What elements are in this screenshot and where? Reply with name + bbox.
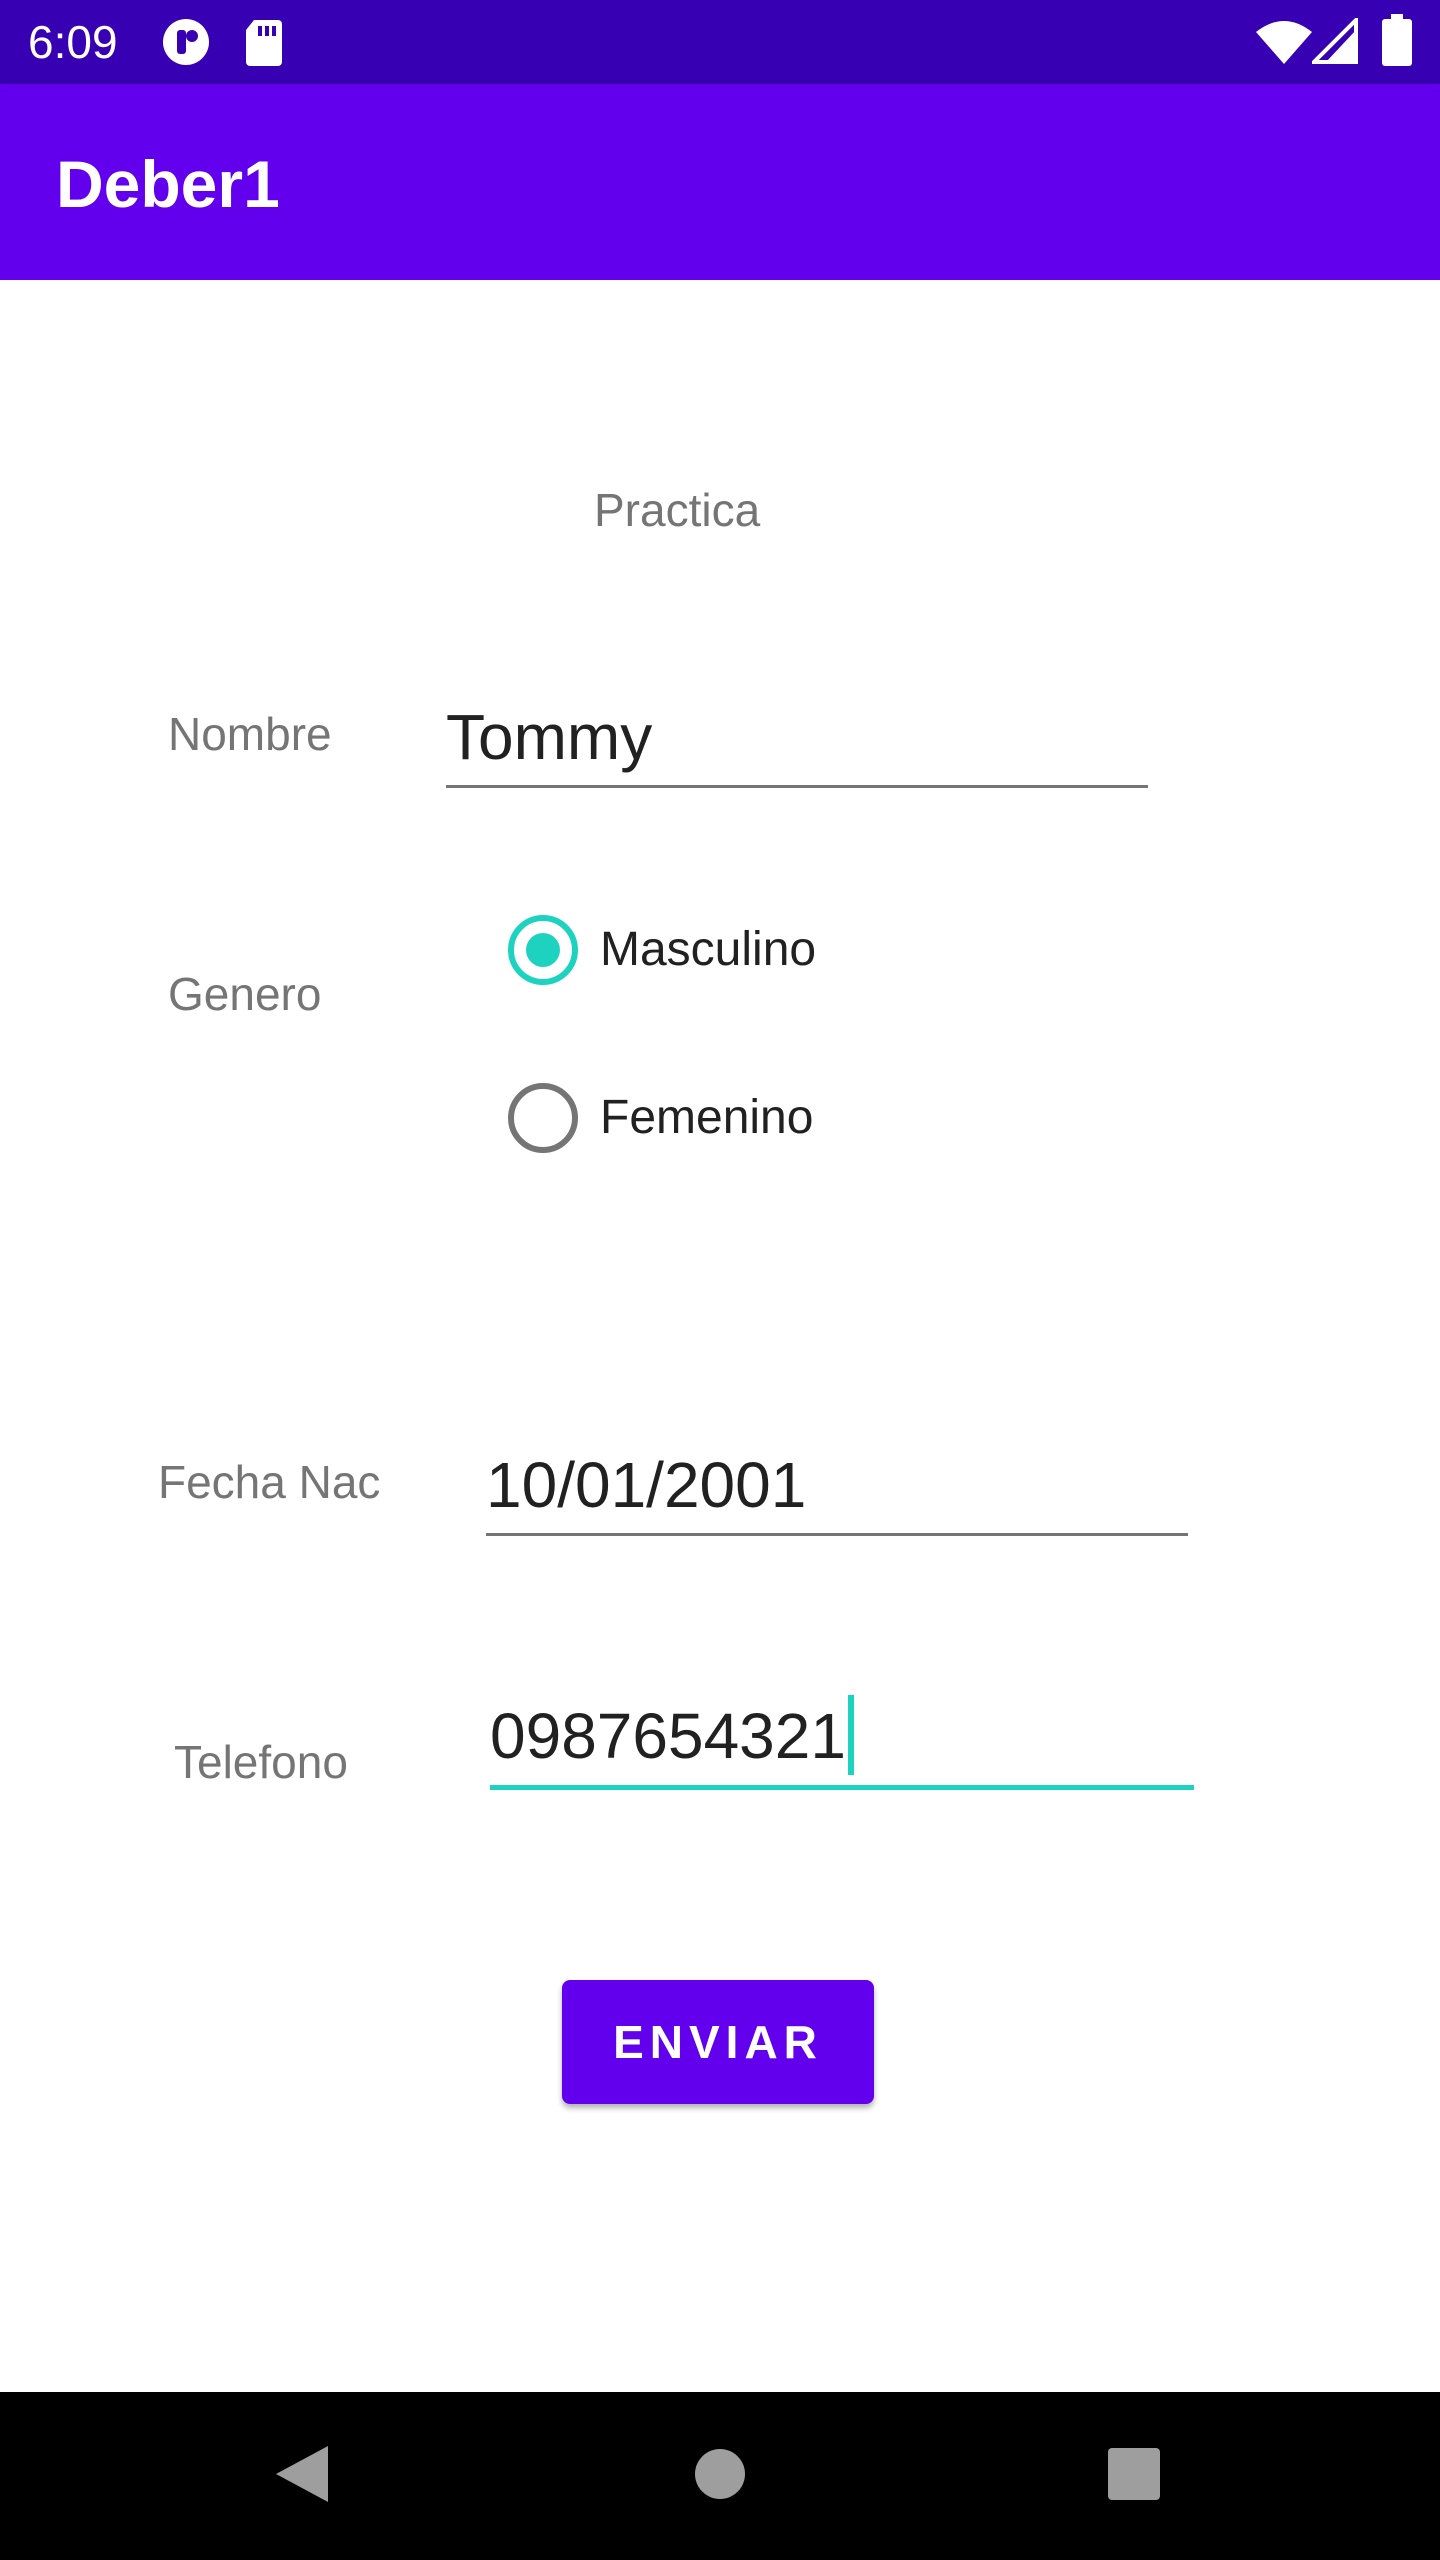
- radio-label-masculino[interactable]: Masculino: [600, 920, 816, 980]
- nombre-label: Nombre: [168, 708, 332, 760]
- radio-masculino[interactable]: Masculino: [508, 910, 816, 990]
- fecha-nac-value[interactable]: 10/01/2001: [486, 1447, 806, 1523]
- fecha-nac-label: Fecha Nac: [158, 1456, 381, 1508]
- battery-icon: [1382, 14, 1412, 66]
- back-icon[interactable]: [270, 2442, 334, 2506]
- app-notification-icon: [163, 19, 209, 65]
- telefono-label: Telefono: [174, 1736, 348, 1788]
- telefono-value[interactable]: 0987654321: [490, 1700, 846, 1772]
- nav-bar: [0, 2392, 1440, 2560]
- radio-femenino[interactable]: Femenino: [508, 1078, 813, 1158]
- radio-button-unchecked[interactable]: [508, 1083, 578, 1153]
- recents-icon[interactable]: [1108, 2448, 1160, 2500]
- cell-signal-icon: [1312, 18, 1358, 64]
- radio-label-femenino[interactable]: Femenino: [600, 1088, 813, 1148]
- form-header: Practica: [594, 484, 761, 536]
- genero-label: Genero: [168, 968, 322, 1020]
- form-content: Practica Nombre Genero Masculino Femenin…: [0, 280, 1440, 2392]
- sd-card-icon: [246, 20, 282, 66]
- app-title: Deber1: [56, 147, 280, 221]
- telefono-field[interactable]: 0987654321: [490, 1695, 1194, 1790]
- status-time: 6:09: [28, 16, 118, 68]
- status-bar: 6:09: [0, 0, 1440, 84]
- radio-dot: [526, 933, 560, 967]
- nombre-value[interactable]: Tommy: [446, 699, 652, 775]
- text-cursor: [847, 1695, 854, 1775]
- nombre-field[interactable]: Tommy: [446, 698, 1148, 788]
- wifi-icon: [1256, 21, 1312, 64]
- home-icon[interactable]: [694, 2448, 746, 2500]
- app-bar: Deber1: [0, 84, 1440, 280]
- radio-button-checked[interactable]: [508, 915, 578, 985]
- enviar-button[interactable]: ENVIAR: [562, 1980, 874, 2104]
- telefono-value-wrap[interactable]: 0987654321: [490, 1695, 854, 1775]
- fecha-nac-field[interactable]: 10/01/2001: [486, 1446, 1188, 1536]
